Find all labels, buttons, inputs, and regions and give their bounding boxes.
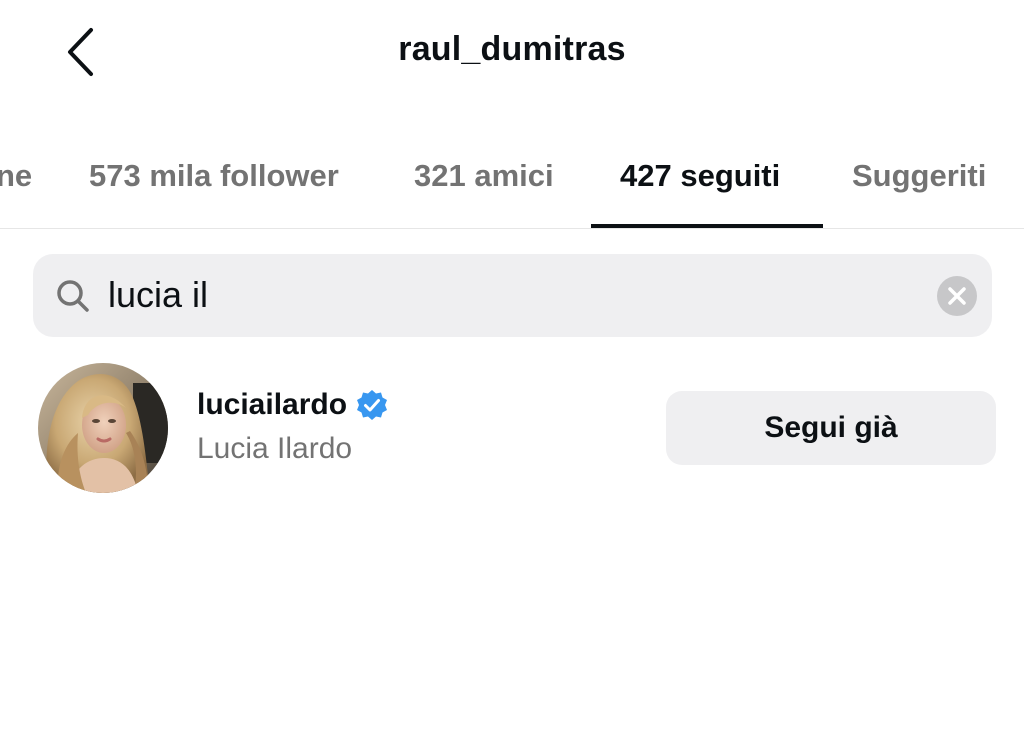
page-title: raul_dumitras <box>398 30 626 68</box>
clear-icon <box>948 287 966 305</box>
search-icon <box>57 280 89 312</box>
header: raul_dumitras <box>0 0 1024 110</box>
tab-following[interactable]: 427 seguiti <box>620 158 780 194</box>
active-tab-indicator <box>591 224 823 228</box>
tab-followers[interactable]: 573 mila follower <box>89 158 339 194</box>
search-bar[interactable]: lucia il <box>33 254 992 337</box>
tab-partial[interactable]: ne <box>0 158 32 194</box>
username-link[interactable]: luciailardo <box>197 388 389 422</box>
tab-bar: ne 573 mila follower 321 amici 427 segui… <box>0 140 1024 229</box>
profile-photo <box>38 363 168 493</box>
verified-badge-icon <box>357 390 388 420</box>
list-item[interactable]: luciailardo Lucia Ilardo Segui già <box>0 360 1024 500</box>
tab-suggested[interactable]: Suggeriti <box>852 158 986 194</box>
following-button[interactable]: Segui già <box>666 391 996 465</box>
tab-friends[interactable]: 321 amici <box>414 158 554 194</box>
full-name: Lucia Ilardo <box>197 432 353 465</box>
avatar[interactable] <box>38 363 168 493</box>
username: luciailardo <box>197 388 348 421</box>
search-input[interactable]: lucia il <box>108 274 208 316</box>
clear-search-button[interactable] <box>937 276 977 316</box>
